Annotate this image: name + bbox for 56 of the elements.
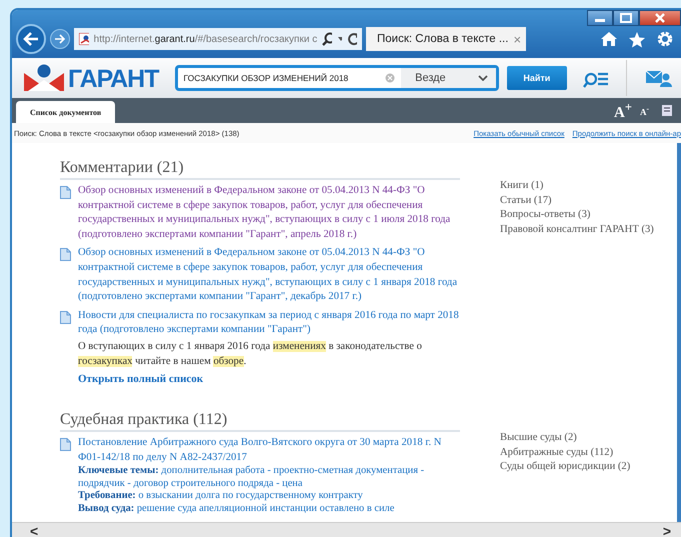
maximize-icon — [620, 13, 632, 23]
snippet-text: О вступающих в силу с 1 января 2016 года изменениях в законодательстве о госзакупках читайте в нашем обзоре. — [78, 340, 423, 369]
home-icon[interactable] — [600, 31, 618, 47]
search-icon[interactable] — [322, 32, 332, 46]
search-button[interactable]: Найти — [507, 66, 567, 90]
tab-title: Поиск: Слова в тексте ... — [377, 33, 508, 45]
category-link[interactable]: Статьи (17) — [500, 194, 654, 208]
site-icon — [79, 33, 89, 45]
logo-text: ГАРАНТ — [68, 65, 159, 93]
mail-contact-icon[interactable] — [645, 68, 673, 88]
back-button[interactable] — [16, 24, 46, 54]
garant-logo[interactable]: ГАРАНТ — [22, 63, 159, 93]
document-link[interactable]: Обзор основных изменений в Федеральном законе от 05.04.2013 N 44-ФЗ "О контрактной системе в сфере закупок товаров, работ, услуг для обеспечения государственных и муниципальных нужд", вступающих в силу с 1 июля 2018 года (подготовлено экспертами компании "Гарант", апрель 2018 г.) — [78, 184, 460, 242]
dropdown-caret-icon[interactable] — [336, 36, 342, 42]
horizontal-scrollbar[interactable]: < > — [12, 522, 681, 537]
document-icon — [60, 438, 71, 452]
back-arrow-icon — [22, 31, 40, 47]
detail-text: Требование: о взыскании долга по государственному контракту — [78, 490, 364, 503]
category-link[interactable]: Высшие суды (2) — [500, 431, 630, 446]
scope-dropdown[interactable]: Везде — [401, 68, 496, 88]
document-link[interactable]: Обзор основных изменений в Федеральном законе от 05.04.2013 N 44-ФЗ "О контрактной системе в сфере закупок товаров, работ, услуг для обеспечения государственных и муниципальных нужд", вступающих в силу с 1 января 2018 года (подготовлено экспертами компании "Гарант", декабрь 2017 г.) — [78, 246, 460, 305]
scroll-right-button[interactable]: > — [662, 523, 671, 537]
address-text: http://internet.garant.ru/#/basesearch/госзакупки с — [94, 34, 318, 44]
section-heading: Судебная практика (112) — [60, 411, 460, 432]
section-heading: Комментарии (21) — [60, 159, 460, 180]
detail-text: Вывод суда: решение суда апелляционной инстанции оставлено в силе — [78, 502, 396, 516]
category-link[interactable]: Вопросы-ответы (3) — [500, 208, 654, 223]
minimize-button[interactable] — [587, 10, 613, 26]
address-bar[interactable]: http://internet.garant.ru/#/basesearch/госзакупки с — [74, 28, 362, 50]
chevron-down-icon — [478, 75, 488, 81]
close-button[interactable] — [639, 10, 681, 26]
settings-icon[interactable] — [656, 30, 674, 48]
font-decrease-button[interactable]: A$^{-}$ — [640, 104, 649, 117]
close-icon — [654, 13, 666, 23]
maximize-button[interactable] — [613, 10, 639, 26]
forward-arrow-icon — [54, 34, 66, 44]
search-field[interactable]: ГОСЗАКУПКИ ОБЗОР ИЗМЕНЕНИЙ 2018 Везде — [174, 65, 500, 91]
print-icon[interactable] — [661, 104, 673, 117]
documents-tab[interactable]: Список документов — [16, 101, 116, 123]
refresh-icon[interactable] — [347, 32, 357, 46]
document-icon — [60, 186, 71, 199]
category-link[interactable]: Арбитражные суды (112) — [500, 446, 630, 460]
search-text: ГОСЗАКУПКИ ОБЗОР ИЗМЕНЕНИЙ 2018 — [184, 73, 350, 83]
browser-tab[interactable]: Поиск: Слова в тексте ... × — [366, 27, 526, 51]
document-link[interactable]: Новости для специалиста по госзакупкам за период с января 2016 года по март 2018 года (подготовлено экспертами компании "Гарант") — [78, 308, 460, 338]
forward-button[interactable] — [50, 29, 70, 49]
document-icon — [60, 310, 71, 324]
category-link[interactable]: Суды общей юрисдикции (2) — [500, 460, 630, 475]
category-link[interactable]: Правовой консалтинг ГАРАНТ (3) — [500, 222, 654, 238]
open-full-list-link[interactable]: Открыть полный список — [78, 373, 460, 386]
font-increase-button[interactable]: A$^{+}$ — [614, 100, 632, 122]
document-icon — [60, 248, 71, 262]
category-link[interactable]: Книги (1) — [500, 179, 654, 194]
star-icon[interactable] — [628, 30, 646, 48]
logo-emblem-icon — [22, 63, 66, 93]
scroll-left-button[interactable]: < — [30, 523, 38, 537]
